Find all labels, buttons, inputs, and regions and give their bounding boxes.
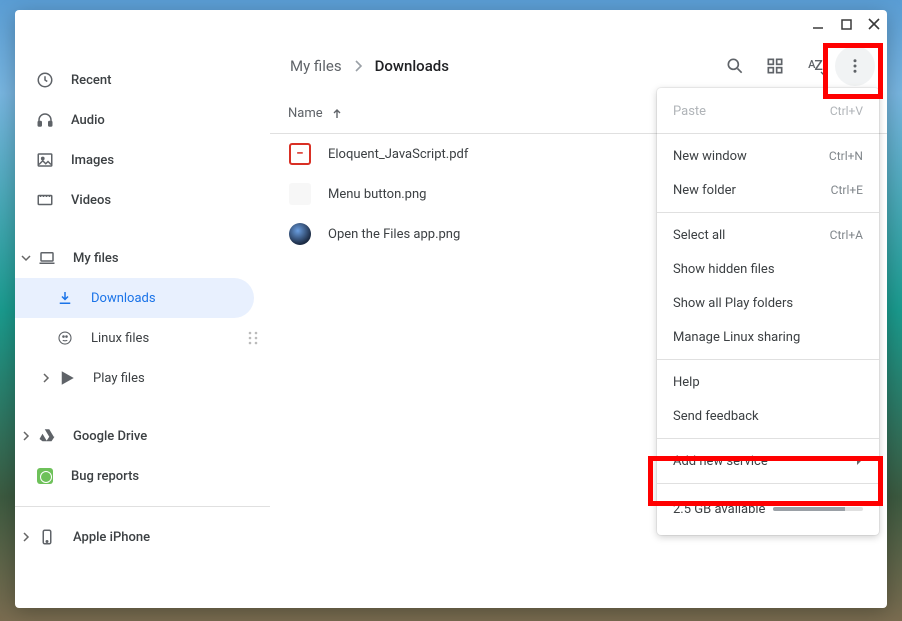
sidebar-item-myfiles[interactable]: My files — [15, 238, 270, 278]
chevron-right-icon — [855, 456, 863, 466]
storage-bar — [773, 507, 863, 511]
menu-item-new-folder[interactable]: New folder Ctrl+E — [657, 173, 879, 207]
chevron-right-icon — [354, 60, 363, 72]
android-icon — [35, 466, 55, 486]
play-icon — [57, 368, 77, 388]
view-grid-button[interactable] — [755, 46, 795, 86]
pdf-icon: ━ — [288, 142, 312, 166]
breadcrumb-root[interactable]: My files — [290, 57, 342, 75]
sidebar-item-downloads[interactable]: Downloads — [15, 278, 254, 318]
chevron-right-icon — [21, 532, 33, 542]
more-menu-button[interactable] — [835, 46, 875, 86]
drive-icon — [37, 426, 57, 446]
menu-item-linux-sharing[interactable]: Manage Linux sharing — [657, 320, 879, 354]
drag-handle-icon[interactable] — [248, 331, 258, 345]
search-button[interactable] — [715, 46, 755, 86]
minimize-button[interactable] — [811, 17, 825, 31]
chevron-right-icon — [21, 431, 33, 441]
chevron-right-icon — [41, 373, 53, 383]
sidebar-label: Apple iPhone — [73, 530, 150, 545]
sidebar-item-playfiles[interactable]: Play files — [15, 358, 270, 398]
sidebar-label: Audio — [71, 113, 105, 128]
sidebar-label: Downloads — [91, 291, 156, 306]
sidebar-item-audio[interactable]: Audio — [15, 100, 270, 140]
image-thumb-icon — [288, 222, 312, 246]
maximize-button[interactable] — [839, 17, 853, 31]
sidebar-label: My files — [73, 251, 119, 266]
menu-item-paste: Paste Ctrl+V — [657, 94, 879, 128]
sort-asc-icon — [331, 108, 343, 120]
chevron-down-icon — [21, 253, 33, 263]
storage-label: 2.5 GB available — [673, 502, 765, 517]
sidebar-label: Play files — [93, 371, 145, 386]
image-thumb-icon — [288, 182, 312, 206]
image-icon — [35, 150, 55, 170]
sidebar-item-iphone[interactable]: Apple iPhone — [15, 517, 270, 557]
sidebar-separator — [15, 506, 270, 507]
menu-item-help[interactable]: Help — [657, 365, 879, 399]
sidebar-label: Videos — [71, 193, 111, 208]
sidebar-item-googledrive[interactable]: Google Drive — [15, 416, 270, 456]
sidebar-item-images[interactable]: Images — [15, 140, 270, 180]
headphones-icon — [35, 110, 55, 130]
menu-item-select-all[interactable]: Select all Ctrl+A — [657, 218, 879, 252]
sidebar-item-videos[interactable]: Videos — [15, 180, 270, 220]
more-menu: Paste Ctrl+V New window Ctrl+N New folde… — [657, 88, 879, 535]
phone-icon — [37, 527, 57, 547]
window-titlebar — [15, 10, 887, 38]
sidebar-label: Recent — [71, 73, 111, 88]
menu-item-show-hidden[interactable]: Show hidden files — [657, 252, 879, 286]
breadcrumb: My files Downloads — [290, 57, 449, 75]
sidebar-item-linux[interactable]: Linux files — [15, 318, 270, 358]
sort-button[interactable]: AZ — [795, 46, 835, 86]
sidebar-label: Linux files — [91, 331, 149, 346]
breadcrumb-current: Downloads — [375, 57, 449, 75]
sidebar-label: Google Drive — [73, 429, 147, 444]
toolbar: My files Downloads AZ — [270, 38, 887, 94]
sidebar-item-bugreports[interactable]: Bug reports — [15, 456, 270, 496]
film-icon — [35, 190, 55, 210]
sidebar-label: Bug reports — [71, 469, 139, 484]
sidebar-label: Images — [71, 153, 114, 168]
menu-item-add-service[interactable]: Add new service — [657, 444, 879, 478]
sidebar: Recent Audio Images Videos — [15, 38, 270, 608]
menu-item-new-window[interactable]: New window Ctrl+N — [657, 139, 879, 173]
close-button[interactable] — [867, 17, 881, 31]
laptop-icon — [37, 248, 57, 268]
files-window: Recent Audio Images Videos — [15, 10, 887, 608]
menu-item-show-play[interactable]: Show all Play folders — [657, 286, 879, 320]
menu-storage-indicator: 2.5 GB available — [657, 489, 879, 529]
sidebar-item-recent[interactable]: Recent — [15, 60, 270, 100]
linux-icon — [55, 328, 75, 348]
storage-bar-fill — [773, 507, 845, 511]
menu-item-feedback[interactable]: Send feedback — [657, 399, 879, 433]
download-icon — [55, 288, 75, 308]
clock-icon — [35, 70, 55, 90]
